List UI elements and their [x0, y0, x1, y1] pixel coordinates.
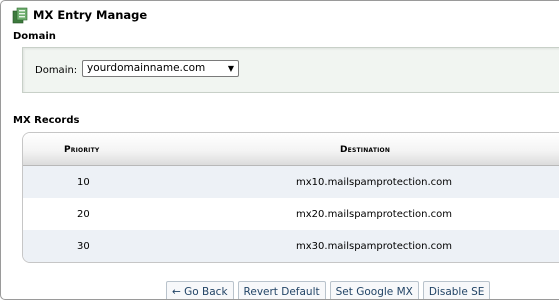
mx-records-heading: MX Records — [13, 115, 80, 126]
domain-select[interactable]: yourdomainname.com ▼ — [82, 60, 239, 77]
destination-cell: mx20.mailspamprotection.com — [296, 209, 453, 220]
table-header: Priority Destination — [23, 133, 559, 166]
go-back-button[interactable]: ← Go Back — [166, 281, 234, 299]
mx-records-table: Priority Destination 10 mx10.mailspampro… — [22, 132, 559, 263]
domain-section-heading: Domain — [13, 31, 56, 42]
mx-app-icon — [12, 7, 28, 23]
column-header-priority[interactable]: Priority — [64, 145, 99, 155]
dropdown-arrow-icon: ▼ — [227, 64, 234, 73]
window-frame: MX Entry Manage Domain Domain: yourdomai… — [0, 0, 559, 300]
disable-se-button[interactable]: Disable SE — [422, 281, 491, 299]
priority-cell: 20 — [77, 209, 90, 220]
priority-cell: 10 — [77, 177, 90, 188]
domain-select-value: yourdomainname.com — [87, 62, 206, 74]
destination-cell: mx30.mailspamprotection.com — [296, 241, 453, 252]
domain-panel: Domain: yourdomainname.com ▼ — [22, 47, 559, 93]
domain-label: Domain: — [35, 65, 78, 76]
action-button-bar: ← Go Back Revert Default Set Google MX D… — [166, 281, 491, 299]
set-google-mx-button[interactable]: Set Google MX — [329, 281, 419, 299]
revert-default-button[interactable]: Revert Default — [237, 281, 326, 299]
page-title: MX Entry Manage — [33, 8, 148, 22]
column-header-destination[interactable]: Destination — [340, 145, 390, 155]
table-row: 10 mx10.mailspamprotection.com — [23, 166, 559, 198]
page-header: MX Entry Manage — [12, 6, 147, 24]
table-row: 20 mx20.mailspamprotection.com — [23, 198, 559, 230]
destination-cell: mx10.mailspamprotection.com — [296, 177, 453, 188]
table-row: 30 mx30.mailspamprotection.com — [23, 230, 559, 262]
priority-cell: 30 — [77, 241, 90, 252]
